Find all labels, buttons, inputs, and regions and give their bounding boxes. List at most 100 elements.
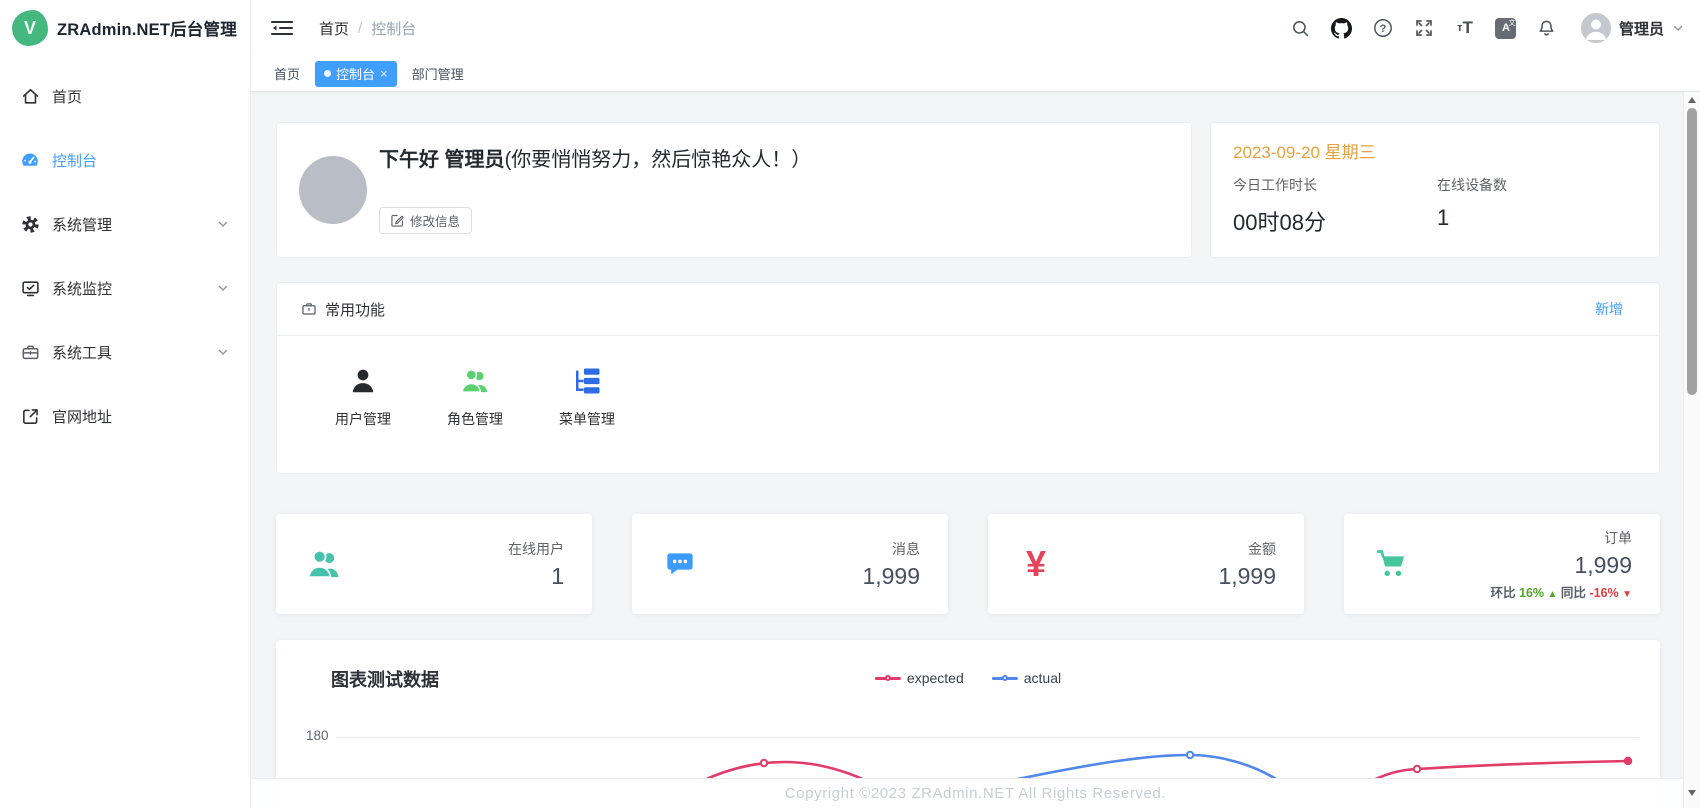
add-quick-function-link[interactable]: 新增 bbox=[1595, 299, 1623, 319]
cart-icon bbox=[1372, 547, 1412, 581]
page-content: 下午好 管理员(你要悄悄努力，然后惊艳众人！） 修改信息 2023-09-20 … bbox=[251, 92, 1700, 808]
username: 管理员 bbox=[1619, 18, 1664, 39]
roles-icon bbox=[459, 362, 491, 396]
navbar-actions: ? тT A文 管理员 bbox=[1290, 13, 1684, 43]
avatar bbox=[1581, 13, 1611, 43]
monitor-icon bbox=[20, 278, 40, 298]
sidebar-item-system-management[interactable]: 系统管理 bbox=[0, 192, 250, 256]
app-title: ZRAdmin.NET后台管理 bbox=[57, 16, 237, 40]
online-users-icon bbox=[304, 546, 344, 582]
sidebar-item-system-tools[interactable]: 系统工具 bbox=[0, 320, 250, 384]
quick-functions-header: 常用功能 新增 bbox=[277, 283, 1659, 336]
sidebar-item-official-site[interactable]: 官网地址 bbox=[0, 384, 250, 448]
chevron-down-icon bbox=[216, 281, 230, 295]
sidebar-item-label: 系统工具 bbox=[52, 342, 204, 363]
trend-down-icon: ▼ bbox=[1622, 589, 1632, 600]
app-window: V ZRAdmin.NET后台管理 首页 控制台 系统管理 bbox=[0, 0, 1700, 808]
sidebar-item-label: 首页 bbox=[52, 86, 230, 107]
tab-department[interactable]: 部门管理 bbox=[412, 64, 464, 83]
active-dot-icon bbox=[324, 70, 331, 77]
user-profile-avatar[interactable] bbox=[299, 156, 367, 224]
stat-card-amount: ¥ 金额 1,999 bbox=[988, 514, 1304, 614]
today-date: 2023-09-20 星期三 bbox=[1233, 138, 1376, 163]
scrollbar-thumb[interactable] bbox=[1687, 108, 1697, 395]
logo-letter: V bbox=[24, 18, 36, 39]
sidebar-item-label: 系统管理 bbox=[52, 214, 204, 235]
quick-item-users[interactable]: 用户管理 bbox=[307, 362, 419, 429]
sidebar-item-dashboard[interactable]: 控制台 bbox=[0, 128, 250, 192]
sidebar-menu: 首页 控制台 系统管理 系统监 bbox=[0, 56, 250, 448]
translate-icon[interactable]: A文 bbox=[1495, 17, 1517, 39]
scroll-down-arrow-icon[interactable] bbox=[1688, 790, 1696, 796]
breadcrumb-home[interactable]: 首页 bbox=[319, 18, 349, 39]
dashboard-icon bbox=[20, 150, 40, 170]
trend-up-icon: ▲ bbox=[1548, 589, 1558, 600]
vertical-scrollbar[interactable] bbox=[1683, 92, 1700, 808]
menu-tree-icon bbox=[572, 362, 602, 396]
quick-functions-title: 常用功能 bbox=[301, 299, 385, 320]
breadcrumb: 首页 / 控制台 bbox=[319, 18, 416, 39]
sidebar-item-label: 系统监控 bbox=[52, 278, 204, 299]
sidebar-item-label: 官网地址 bbox=[52, 406, 230, 427]
home-icon bbox=[20, 86, 40, 106]
welcome-card: 下午好 管理员(你要悄悄努力，然后惊艳众人！） 修改信息 bbox=[276, 122, 1192, 258]
sidebar-item-label: 控制台 bbox=[52, 150, 230, 171]
chevron-down-icon bbox=[216, 217, 230, 231]
tab-home[interactable]: 首页 bbox=[274, 64, 300, 83]
legend-actual-marker-icon bbox=[992, 677, 1018, 680]
external-link-icon bbox=[20, 406, 40, 426]
tab-close-icon[interactable]: × bbox=[380, 67, 388, 80]
toolbox-icon bbox=[20, 342, 40, 362]
breadcrumb-current: 控制台 bbox=[371, 18, 416, 39]
caret-down-icon bbox=[1672, 22, 1684, 34]
chart-plot bbox=[276, 737, 1660, 778]
fullscreen-icon[interactable] bbox=[1413, 17, 1435, 39]
edit-icon bbox=[391, 214, 404, 227]
breadcrumb-separator: / bbox=[358, 20, 362, 37]
stat-card-orders: 订单 1,999 环比 16% ▲ 同比 -16% ▼ bbox=[1344, 514, 1660, 614]
top-navbar: 首页 / 控制台 ? тT A文 bbox=[251, 0, 1700, 56]
chart-legend: expected actual bbox=[875, 670, 1061, 686]
stats-row: 在线用户 1 消息 1,999 ¥ 金额 bbox=[276, 514, 1660, 614]
help-icon[interactable]: ? bbox=[1372, 17, 1394, 39]
tags-view-bar: 首页 控制台 × 部门管理 bbox=[251, 56, 1700, 92]
sidebar-item-home[interactable]: 首页 bbox=[0, 64, 250, 128]
scroll-up-arrow-icon[interactable] bbox=[1688, 97, 1696, 103]
message-icon bbox=[660, 548, 700, 580]
sidebar: V ZRAdmin.NET后台管理 首页 控制台 系统管理 bbox=[0, 0, 251, 808]
quick-functions-card: 常用功能 新增 用户管理 角色管理 bbox=[276, 282, 1660, 474]
github-icon[interactable] bbox=[1331, 17, 1353, 39]
stat-card-online-users: 在线用户 1 bbox=[276, 514, 592, 614]
money-icon: ¥ bbox=[1016, 546, 1056, 582]
app-logo[interactable]: V ZRAdmin.NET后台管理 bbox=[0, 0, 250, 56]
tab-dashboard[interactable]: 控制台 × bbox=[315, 61, 397, 87]
online-devices: 在线设备数 1 bbox=[1437, 175, 1507, 231]
greeting-text: 下午好 管理员(你要悄悄努力，然后惊艳众人！） bbox=[379, 143, 811, 172]
chevron-down-icon bbox=[216, 345, 230, 359]
sidebar-item-system-monitor[interactable]: 系统监控 bbox=[0, 256, 250, 320]
search-icon[interactable] bbox=[1290, 17, 1312, 39]
legend-expected[interactable]: expected bbox=[875, 670, 964, 686]
chart-title: 图表测试数据 bbox=[331, 666, 439, 692]
user-menu[interactable]: 管理员 bbox=[1581, 13, 1684, 43]
sidebar-collapse-icon[interactable] bbox=[271, 18, 293, 38]
bell-icon[interactable] bbox=[1536, 17, 1558, 39]
stat-card-messages: 消息 1,999 bbox=[632, 514, 948, 614]
work-duration: 今日工作时长 00时08分 bbox=[1233, 175, 1326, 237]
user-icon bbox=[348, 362, 378, 396]
footer-copyright: Copyright ©2023 ZRAdmin.NET All Rights R… bbox=[251, 778, 1700, 808]
gear-icon bbox=[20, 214, 40, 234]
toolbox-icon bbox=[301, 301, 317, 317]
orders-trend: 环比 16% ▲ 同比 -16% ▼ bbox=[1491, 582, 1632, 601]
svg-text:?: ? bbox=[1380, 23, 1387, 35]
legend-actual[interactable]: actual bbox=[992, 670, 1061, 686]
quick-item-roles[interactable]: 角色管理 bbox=[419, 362, 531, 429]
legend-expected-marker-icon bbox=[875, 677, 901, 680]
font-size-icon[interactable]: тT bbox=[1454, 17, 1476, 39]
today-card: 2023-09-20 星期三 今日工作时长 00时08分 在线设备数 1 bbox=[1210, 122, 1660, 258]
edit-info-button[interactable]: 修改信息 bbox=[379, 207, 472, 234]
quick-functions-list: 用户管理 角色管理 菜单管理 bbox=[277, 336, 1659, 429]
logo-icon: V bbox=[12, 10, 48, 46]
quick-item-menus[interactable]: 菜单管理 bbox=[531, 362, 643, 429]
main-area: 首页 / 控制台 ? тT A文 bbox=[251, 0, 1700, 808]
